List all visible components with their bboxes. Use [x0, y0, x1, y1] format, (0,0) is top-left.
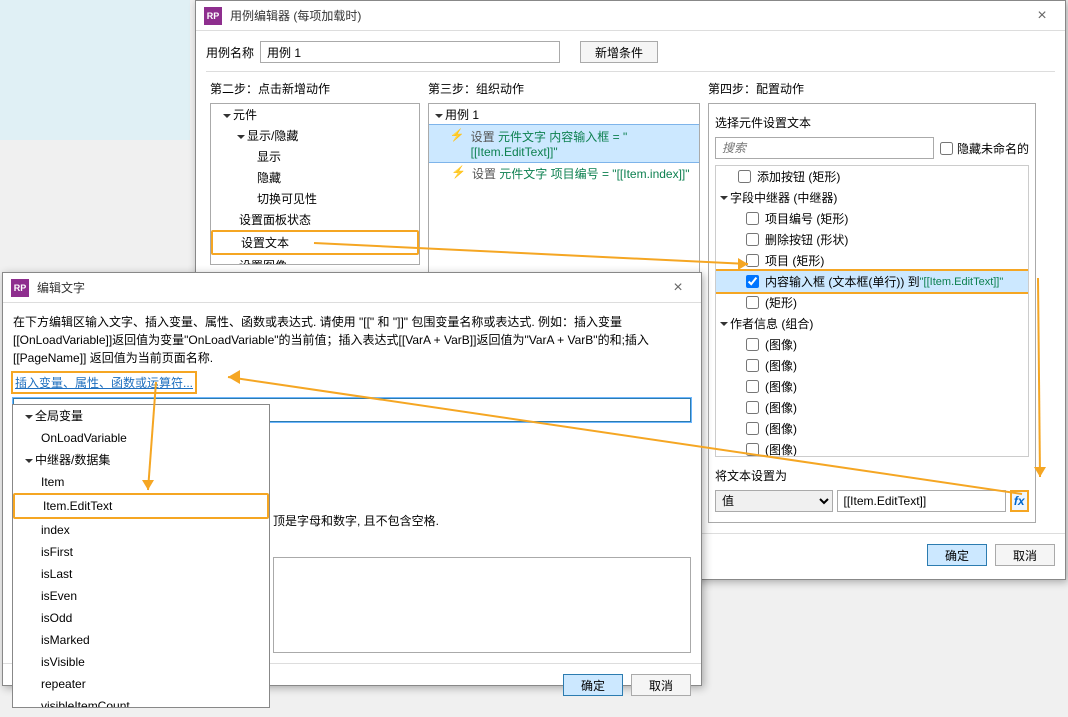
app-icon: RP — [11, 279, 29, 297]
var-isvisible[interactable]: isVisible — [13, 651, 269, 673]
cancel-button[interactable]: 取消 — [631, 674, 691, 696]
widget-deletebtn: 删除按钮 (形状) — [716, 229, 1028, 250]
var-onloadvariable[interactable]: OnLoadVariable — [13, 427, 269, 449]
widget-rect: (矩形) — [716, 292, 1028, 313]
bolt-icon: ⚡ — [451, 165, 466, 179]
insert-variable-link[interactable]: 插入变量、属性、函数或运算符... — [13, 373, 195, 392]
set-text-mode-select[interactable]: 值 — [715, 490, 833, 512]
widget-author-group: 作者信息 (组合) — [716, 313, 1028, 334]
tree-action-panelstate[interactable]: 设置面板状态 — [211, 209, 419, 230]
select-widget-head: 选择元件设置文本 — [715, 114, 1029, 131]
tree-group-widgets: 元件 — [211, 104, 419, 125]
edit-text-titlebar: RP 编辑文字 × — [3, 273, 701, 303]
ok-button[interactable]: 确定 — [927, 544, 987, 566]
ok-button[interactable]: 确定 — [563, 674, 623, 696]
set-text-value-input[interactable] — [837, 490, 1006, 512]
set-text-as-label: 将文本设置为 — [715, 467, 1029, 484]
widget-item: 项目 (矩形) — [716, 250, 1028, 271]
var-isfirst[interactable]: isFirst — [13, 541, 269, 563]
variable-dropdown-panel[interactable]: 全局变量 OnLoadVariable 中继器/数据集 Item Item.Ed… — [12, 404, 270, 708]
widget-img: (图像) — [716, 355, 1028, 376]
tree-action-toggle[interactable]: 切换可见性 — [211, 188, 419, 209]
widget-img: (图像) — [716, 418, 1028, 439]
cancel-button[interactable]: 取消 — [995, 544, 1055, 566]
tree-action-setimage[interactable]: 设置图像 — [211, 255, 419, 265]
widget-img: (图像) — [716, 397, 1028, 418]
group-repeater-dataset: 中继器/数据集 — [13, 449, 269, 471]
case-name-input[interactable] — [260, 41, 560, 63]
bolt-icon: ⚡ — [450, 128, 465, 142]
var-index[interactable]: index — [13, 519, 269, 541]
action-item-settext-input[interactable]: ⚡ 设置 元件文字 内容输入框 = "[[Item.EditText]]" — [429, 125, 699, 162]
step4-title: 第四步：配置动作 — [708, 80, 1036, 97]
case-head: 用例 1 — [429, 104, 699, 125]
var-repeater[interactable]: repeater — [13, 673, 269, 695]
var-item[interactable]: Item — [13, 471, 269, 493]
var-ismarked[interactable]: isMarked — [13, 629, 269, 651]
var-isodd[interactable]: isOdd — [13, 607, 269, 629]
widget-img: (图像) — [716, 439, 1028, 457]
close-icon[interactable]: × — [1027, 7, 1057, 25]
step2-title: 第二步：点击新增动作 — [210, 80, 420, 97]
dialog-title: 用例编辑器 (每项加载时) — [230, 7, 1027, 24]
case-name-label: 用例名称 — [206, 44, 254, 61]
instructions-text: 在下方编辑区输入文字、插入变量、属性、函数或表达式. 请使用 "[[" 和 "]… — [13, 313, 691, 367]
widget-content-input[interactable]: 内容输入框 (文本框(单行)) 到 "[[Item.EditText]]" — [716, 271, 1028, 292]
var-hint-text: 顶是字母和数字, 且不包含空格. — [273, 512, 691, 529]
tree-action-hide[interactable]: 隐藏 — [211, 167, 419, 188]
local-variables-panel[interactable] — [273, 557, 691, 653]
hide-unnamed-checkbox[interactable]: 隐藏未命名的 — [940, 140, 1029, 157]
var-islast[interactable]: isLast — [13, 563, 269, 585]
add-condition-button[interactable]: 新增条件 — [580, 41, 658, 63]
widget-itemno: 项目编号 (矩形) — [716, 208, 1028, 229]
step3-title: 第三步：组织动作 — [428, 80, 700, 97]
app-icon: RP — [204, 7, 222, 25]
var-iseven[interactable]: isEven — [13, 585, 269, 607]
widget-addbtn: 添加按钮 (矩形) — [716, 166, 1028, 187]
var-visibleitemcount[interactable]: visibleItemCount — [13, 695, 269, 708]
widget-img: (图像) — [716, 376, 1028, 397]
configure-action-panel: 选择元件设置文本 隐藏未命名的 添加按钮 (矩形) 字段中继器 (中继器) 项目… — [708, 103, 1036, 523]
background-panel — [0, 0, 190, 140]
fx-button[interactable]: fx — [1010, 490, 1029, 512]
case-editor-titlebar: RP 用例编辑器 (每项加载时) × — [196, 1, 1065, 31]
actions-tree-panel[interactable]: 元件 显示/隐藏 显示 隐藏 切换可见性 设置面板状态 设置文本 设置图像 — [210, 103, 420, 265]
widget-img: (图像) — [716, 334, 1028, 355]
tree-action-show[interactable]: 显示 — [211, 146, 419, 167]
tree-action-settext[interactable]: 设置文本 — [211, 230, 419, 255]
widget-repeater-group: 字段中继器 (中继器) — [716, 187, 1028, 208]
tree-group-showhide: 显示/隐藏 — [211, 125, 419, 146]
edit-text-title: 编辑文字 — [37, 279, 663, 296]
var-item-edittext[interactable]: Item.EditText — [13, 493, 269, 519]
close-icon[interactable]: × — [663, 279, 693, 297]
widget-tree[interactable]: 添加按钮 (矩形) 字段中继器 (中继器) 项目编号 (矩形) 删除按钮 (形状… — [715, 165, 1029, 457]
action-item-settext-index[interactable]: ⚡ 设置 元件文字 项目编号 = "[[Item.index]]" — [429, 162, 699, 185]
widget-search-input[interactable] — [715, 137, 934, 159]
group-global-vars: 全局变量 — [13, 405, 269, 427]
